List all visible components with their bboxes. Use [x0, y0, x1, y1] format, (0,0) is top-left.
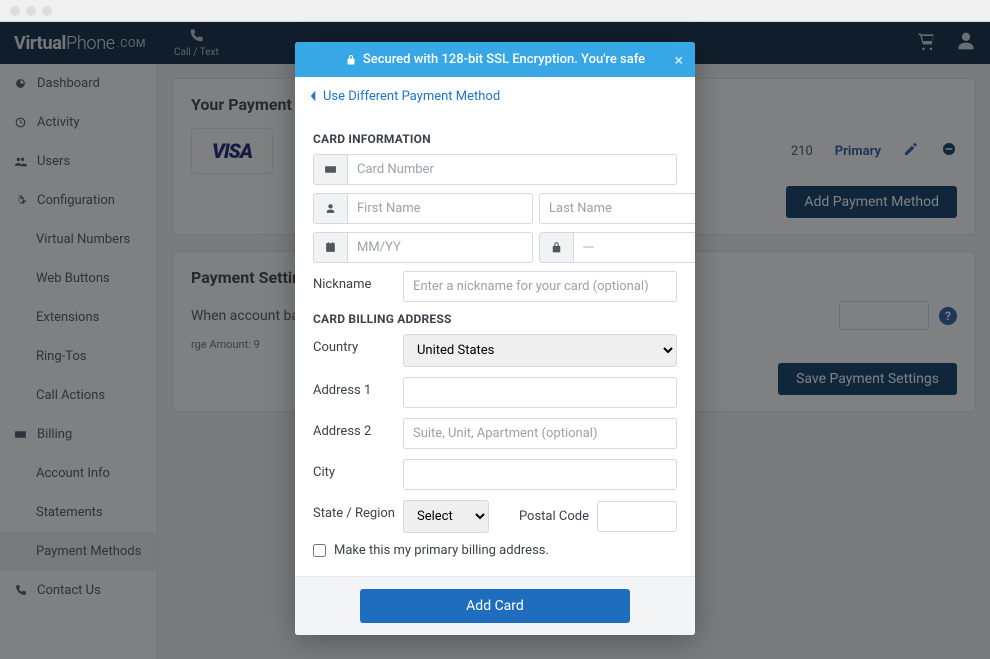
chevron-left-icon [309, 90, 317, 102]
secure-banner-text: Secured with 128-bit SSL Encryption. You… [363, 52, 645, 67]
state-label: State / Region [313, 500, 403, 521]
add-card-modal: Secured with 128-bit SSL Encryption. You… [295, 42, 695, 635]
user-icon [313, 193, 347, 224]
postal-label: Postal Code [519, 509, 589, 524]
address2-label: Address 2 [313, 418, 403, 439]
address1-input[interactable] [403, 377, 677, 408]
primary-billing-label: Make this my primary billing address. [334, 543, 549, 558]
add-card-button[interactable]: Add Card [360, 589, 630, 623]
cvv-input[interactable] [573, 232, 695, 263]
city-label: City [313, 459, 403, 480]
address2-input[interactable] [403, 418, 677, 449]
state-select[interactable]: Select [403, 500, 489, 533]
window-chrome [0, 0, 990, 22]
back-link-label: Use Different Payment Method [323, 89, 500, 104]
lock-icon [345, 54, 357, 66]
window-max-dot[interactable] [42, 6, 52, 16]
city-input[interactable] [403, 459, 677, 490]
postal-input[interactable] [597, 501, 677, 532]
window-close-dot[interactable] [10, 6, 20, 16]
country-select[interactable]: United States [403, 334, 677, 367]
nickname-input[interactable] [403, 271, 677, 302]
last-name-input[interactable] [539, 193, 695, 224]
card-info-title: CARD INFORMATION [313, 132, 677, 146]
billing-address-title: CARD BILLING ADDRESS [313, 312, 677, 326]
use-different-payment-link[interactable]: Use Different Payment Method [309, 89, 500, 104]
primary-billing-checkbox-row[interactable]: Make this my primary billing address. [313, 543, 677, 558]
address1-label: Address 1 [313, 377, 403, 398]
card-number-input[interactable] [347, 154, 677, 185]
first-name-input[interactable] [347, 193, 533, 224]
modal-secure-banner: Secured with 128-bit SSL Encryption. You… [295, 42, 695, 77]
primary-billing-checkbox[interactable] [313, 544, 326, 557]
lock-icon [539, 232, 573, 263]
window-min-dot[interactable] [26, 6, 36, 16]
calendar-icon [313, 232, 347, 263]
credit-card-icon [313, 154, 347, 185]
expiry-input[interactable] [347, 232, 533, 263]
country-label: Country [313, 334, 403, 355]
close-icon[interactable]: × [674, 50, 683, 69]
nickname-label: Nickname [313, 271, 403, 292]
